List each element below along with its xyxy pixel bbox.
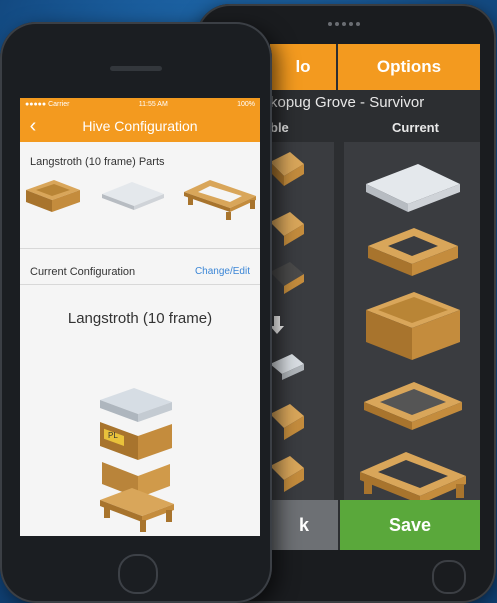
tab-info[interactable]: lo [270,44,338,90]
down-arrow-icon [270,316,284,334]
available-part-item[interactable] [270,456,304,492]
current-part-inner-cover[interactable] [368,228,458,276]
status-time: 11:55 AM [138,100,168,108]
section-divider [20,248,260,249]
status-carrier: ●●●●● Carrier [25,100,70,108]
available-part-item[interactable] [270,404,304,440]
change-config-link[interactable]: Change/Edit [195,266,250,277]
hive-tag-label: PL [108,431,118,440]
tablet-tab-bar: lo Options [270,44,480,90]
available-part-item[interactable] [270,354,304,380]
tablet-home-button[interactable] [432,560,466,594]
phone-home-button[interactable] [118,554,158,594]
current-parts-column [344,142,480,534]
part-hive-body[interactable] [26,180,80,212]
nav-title: Hive Configuration [82,118,198,134]
phone-device: ●●●●● Carrier 11:55 AM 100% Hive Configu… [0,22,272,603]
status-bar: ●●●●● Carrier 11:55 AM 100% [20,98,260,110]
phone-screen: ●●●●● Carrier 11:55 AM 100% Hive Configu… [20,98,260,536]
col-current-header: Current [392,120,439,135]
available-part-item[interactable] [270,262,304,294]
phone-speaker [110,66,162,71]
available-part-item[interactable] [270,212,304,246]
tablet-screen: lo Options kopug Grove - Survivor ble Cu… [270,44,480,550]
part-hive-stand[interactable] [184,180,256,220]
config-name: Langstroth (10 frame) [67,310,213,327]
parts-row [20,172,260,222]
current-part-screen-board[interactable] [364,382,462,430]
current-part-hive-body[interactable] [366,292,460,360]
available-part-item[interactable] [270,152,304,186]
nav-bar: Hive Configuration ‹ [20,110,260,142]
current-part-outer-cover[interactable] [366,164,460,212]
section-divider [20,284,260,285]
hive-stack-illustration: PL [100,388,174,532]
available-parts-column [270,142,334,534]
current-config-label: Current Configuration [30,266,136,278]
tab-options[interactable]: Options [338,44,480,90]
back-button[interactable]: k [270,500,338,550]
parts-label: Langstroth (10 frame) Parts [30,156,165,168]
col-available-header: ble [270,120,289,135]
save-button[interactable]: Save [340,500,480,550]
part-outer-cover[interactable] [102,182,164,210]
tablet-config-title: kopug Grove - Survivor [270,94,425,111]
tablet-speaker [324,22,364,28]
status-battery: 100% [237,100,255,108]
